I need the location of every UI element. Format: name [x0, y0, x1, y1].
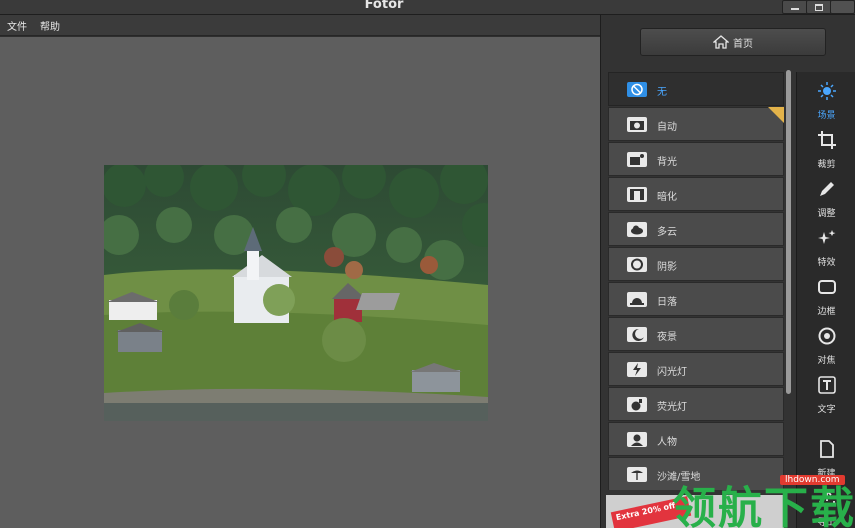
- tool-focus[interactable]: 对焦: [797, 321, 855, 369]
- landscape-photo: [104, 165, 488, 421]
- darken-icon: [627, 187, 647, 202]
- maximize-icon: [815, 4, 823, 11]
- portrait-icon: [627, 432, 647, 447]
- tool-label: 文字: [817, 405, 836, 415]
- close-button[interactable]: [830, 0, 855, 14]
- scene-cloudy[interactable]: 多云: [608, 212, 784, 246]
- tool-label: 对焦: [817, 356, 836, 366]
- none-icon: [627, 82, 647, 97]
- menu-bar: 文件 帮助: [0, 15, 600, 36]
- tool-adjust[interactable]: 调整: [797, 174, 855, 222]
- tool-frame[interactable]: 边框: [797, 272, 855, 320]
- scene-list: 无 自动 背光 暗化 多云 阴影 日落 夜景 闪光灯 荧光灯 人物 沙滩/雪地: [608, 72, 784, 490]
- backlight-icon: [627, 152, 647, 167]
- watermark-url: lhdown.com: [780, 475, 845, 485]
- tool-label: 调整: [817, 209, 836, 219]
- scene-portrait[interactable]: 人物: [608, 422, 784, 456]
- tool-text[interactable]: 文字: [797, 370, 855, 418]
- home-button[interactable]: 首页: [640, 28, 826, 56]
- tool-label: 场景: [817, 111, 836, 121]
- tool-rail: 场景 裁剪 调整 特效 边框 对焦 文字 新建 导出: [796, 72, 855, 528]
- scene-shadow[interactable]: 阴影: [608, 247, 784, 281]
- night-icon: [627, 327, 647, 342]
- tool-label: 裁剪: [817, 160, 836, 170]
- beach-icon: [627, 467, 647, 482]
- scene-label: 无: [657, 87, 667, 98]
- new-file-icon: [820, 440, 834, 458]
- scene-night[interactable]: 夜景: [608, 317, 784, 351]
- scene-label: 背光: [657, 157, 677, 168]
- minimize-icon: [791, 8, 799, 10]
- home-label: 首页: [733, 38, 753, 50]
- scene-sunset[interactable]: 日落: [608, 282, 784, 316]
- focus-icon: [818, 327, 836, 345]
- tool-effects[interactable]: 特效: [797, 223, 855, 271]
- crop-icon: [818, 131, 836, 149]
- scene-label: 人物: [657, 437, 677, 448]
- text-icon: [818, 376, 836, 394]
- site-watermark: 领航下载 lhdown.com: [668, 472, 855, 528]
- scene-flash[interactable]: 闪光灯: [608, 352, 784, 386]
- pencil-icon: [820, 182, 834, 196]
- menu-help[interactable]: 帮助: [40, 18, 60, 33]
- camera-icon: [627, 117, 647, 132]
- menu-file[interactable]: 文件: [7, 18, 27, 33]
- shadow-icon: [627, 257, 647, 272]
- pin-star-icon: [768, 107, 784, 123]
- window-title: Fotor: [364, 0, 404, 12]
- scene-darken[interactable]: 暗化: [608, 177, 784, 211]
- sparkle-icon: [818, 230, 836, 244]
- fluorescent-icon: [627, 397, 647, 412]
- minimize-button[interactable]: [782, 0, 808, 14]
- tool-crop[interactable]: 裁剪: [797, 125, 855, 173]
- tool-scene[interactable]: 场景: [797, 76, 855, 124]
- title-bar: Fotor: [0, 0, 855, 15]
- scene-fluorescent[interactable]: 荧光灯: [608, 387, 784, 421]
- scene-label: 自动: [657, 122, 677, 133]
- scene-label: 日落: [657, 297, 677, 308]
- scene-none[interactable]: 无: [608, 72, 784, 106]
- scene-label: 阴影: [657, 262, 677, 273]
- scene-label: 多云: [657, 227, 677, 238]
- maximize-button[interactable]: [806, 0, 832, 14]
- scene-label: 夜景: [657, 332, 677, 343]
- tool-label: 边框: [817, 307, 836, 317]
- cloud-icon: [627, 222, 647, 237]
- scene-label: 荧光灯: [657, 402, 687, 413]
- scene-label: 暗化: [657, 192, 677, 203]
- scene-label: 闪光灯: [657, 367, 687, 378]
- scene-backlight[interactable]: 背光: [608, 142, 784, 176]
- home-icon: [713, 35, 729, 49]
- frame-icon: [818, 280, 836, 294]
- sunset-icon: [627, 292, 647, 307]
- tool-label: 特效: [817, 258, 836, 268]
- scene-list-scrollbar[interactable]: [786, 70, 791, 394]
- fotor-window: Fotor 文件 帮助 首页 无 自动 背光 暗化 多云 阴影 日落 夜景 闪光…: [0, 0, 855, 528]
- flash-icon: [627, 362, 647, 377]
- sun-icon: [818, 82, 836, 100]
- scene-auto[interactable]: 自动: [608, 107, 784, 141]
